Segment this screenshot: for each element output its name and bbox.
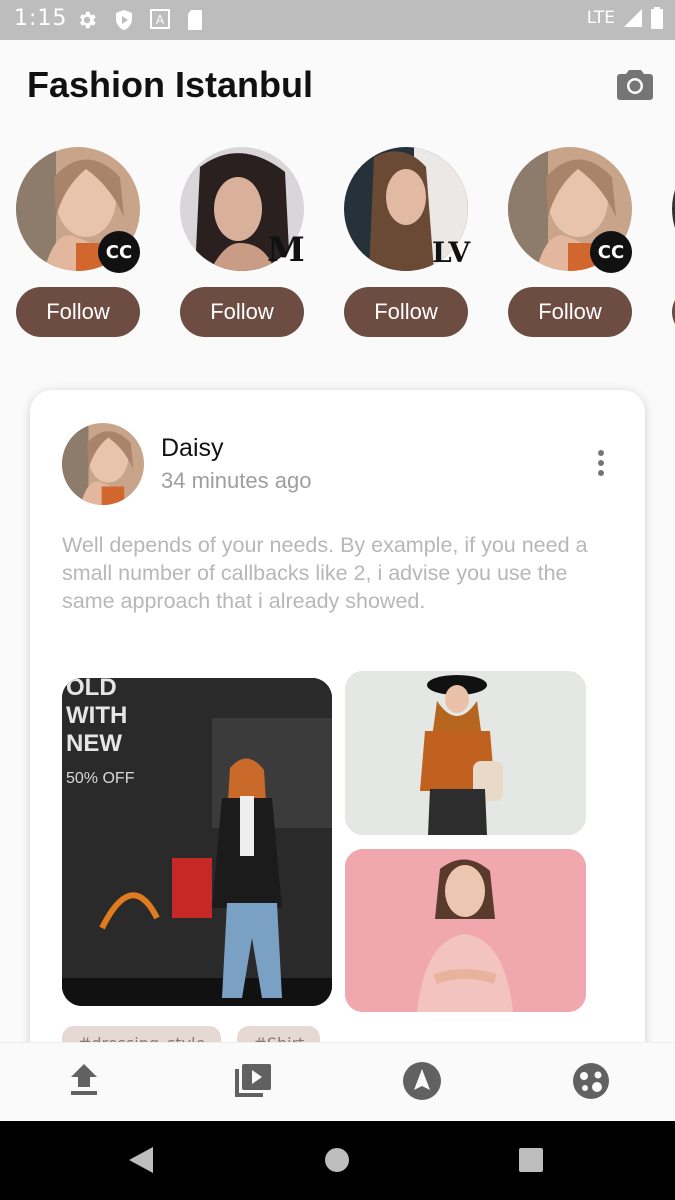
post-image-main[interactable]: OLD WITH NEW 50% OFF xyxy=(62,678,332,1006)
status-right: LTE xyxy=(587,7,663,29)
more-options-icon[interactable] xyxy=(597,450,605,480)
brand-logo: LV xyxy=(431,235,471,269)
face-icon[interactable] xyxy=(571,1061,611,1101)
svg-text:A: A xyxy=(156,13,165,27)
video-library-icon[interactable] xyxy=(233,1061,273,1101)
home-icon[interactable] xyxy=(325,1148,349,1172)
camera-icon[interactable] xyxy=(617,68,653,100)
image-text-discount: 50% OFF xyxy=(66,770,135,787)
upload-icon[interactable] xyxy=(64,1061,104,1101)
status-bar: 1:15 A LTE xyxy=(0,0,675,40)
post-card[interactable]: Daisy 34 minutes ago Well depends of you… xyxy=(30,390,645,1090)
image-text-line: NEW xyxy=(66,730,122,757)
post-image-2[interactable] xyxy=(345,671,586,835)
gear-icon xyxy=(79,11,96,29)
post-timestamp: 34 minutes ago xyxy=(161,468,312,493)
navigation-icon[interactable] xyxy=(402,1061,442,1101)
follow-button[interactable]: Follow xyxy=(344,287,468,337)
page-title: Fashion Istanbul xyxy=(27,64,314,105)
recents-icon[interactable] xyxy=(519,1148,543,1172)
bottom-navigation xyxy=(0,1042,675,1121)
post-image-3[interactable] xyxy=(345,849,586,1012)
follow-button[interactable]: Follow xyxy=(180,287,304,337)
battery-icon xyxy=(651,7,663,29)
back-icon[interactable] xyxy=(128,1146,154,1174)
brand-badge: CC xyxy=(98,231,140,273)
app-bar: Fashion Istanbul xyxy=(0,40,675,130)
post-author-avatar[interactable] xyxy=(62,423,144,505)
network-type: LTE xyxy=(586,8,615,28)
follow-button[interactable]: Follow xyxy=(16,287,140,337)
brand-logo: M xyxy=(267,230,305,270)
shield-icon xyxy=(116,10,132,30)
post-author-name[interactable]: Daisy xyxy=(161,434,224,463)
follow-button[interactable]: Follow xyxy=(508,287,632,337)
image-text-line: OLD xyxy=(66,678,117,701)
stories-row[interactable]: CC Follow M Follow LV Follow CC Follow xyxy=(0,145,675,345)
brand-badge: CC xyxy=(590,231,632,273)
a-icon: A xyxy=(150,9,170,29)
image-text-line: WITH xyxy=(66,702,128,729)
status-time: 1:15 xyxy=(14,6,68,31)
sd-card-icon xyxy=(188,10,202,30)
post-text: Well depends of your needs. By example, … xyxy=(62,533,588,613)
system-navigation xyxy=(0,1121,675,1200)
signal-icon xyxy=(624,9,642,27)
